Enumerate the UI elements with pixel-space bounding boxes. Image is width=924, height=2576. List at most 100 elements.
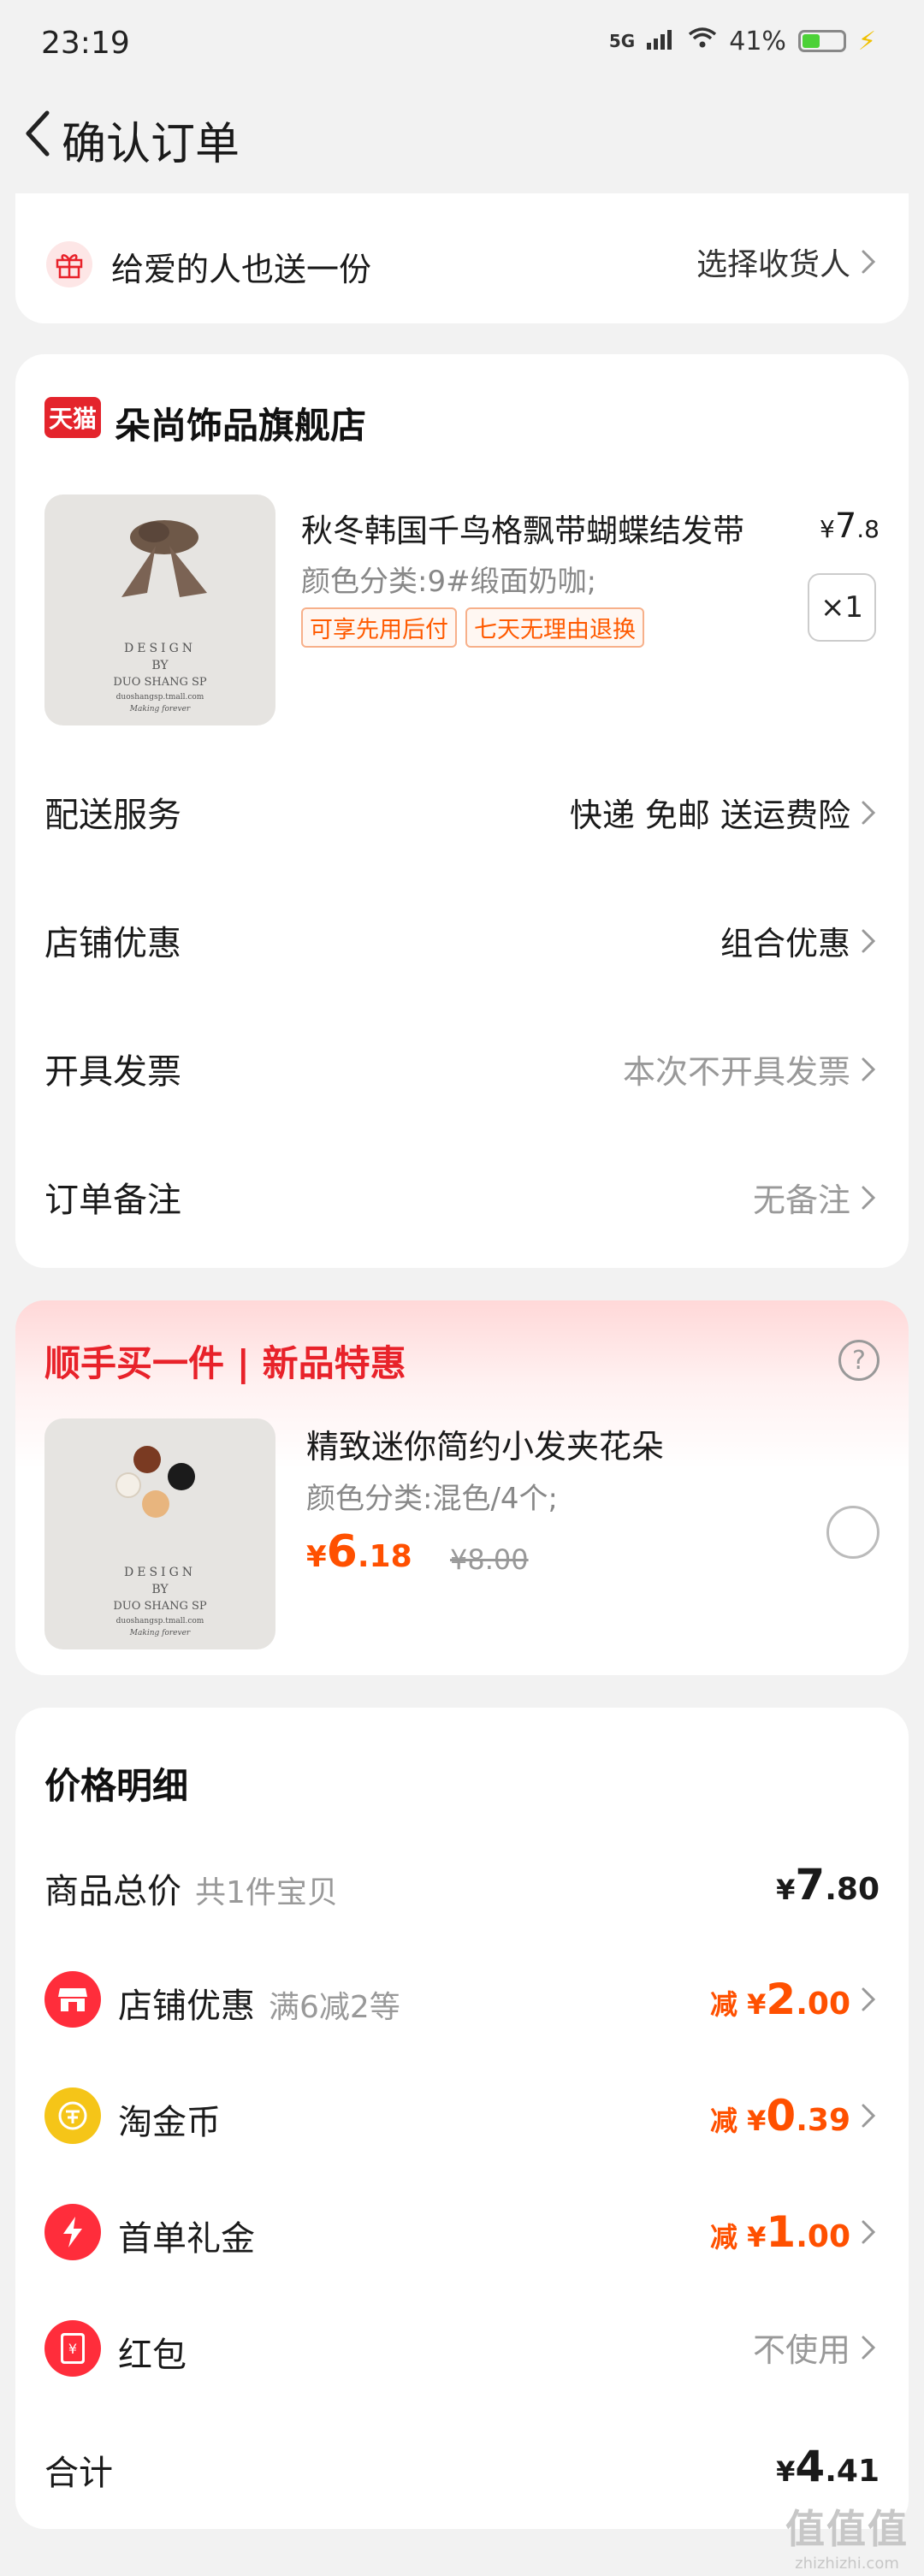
goods-total-label: 商品总价 共1件宝贝 xyxy=(44,1872,338,1911)
total-label: 合计 xyxy=(44,2454,113,2493)
status-time: 23:19 xyxy=(41,26,130,61)
chevron-right-icon xyxy=(861,1182,880,1213)
bow-graphic xyxy=(121,520,207,597)
first-order-gift-amount: 减 ¥1.00 xyxy=(710,2207,880,2257)
promo-thumb-slogan: Making forever xyxy=(129,1629,191,1637)
goods-total-amount: ¥7.80 xyxy=(776,1860,880,1910)
watermark-url: zhizhizhi.com xyxy=(795,2555,899,2573)
coins-amount: 减 ¥0.39 xyxy=(710,2091,880,2141)
delivery-value-group: 快递 免邮 送运费险 xyxy=(570,789,880,836)
service-tags: 可享先用后付 七天无理由退换 xyxy=(301,607,644,648)
promo-card: 顺手买一件 | 新品特惠 ? DESIGN BY DUO SHANG SP du… xyxy=(15,1300,909,1675)
shop-discount-detail-row[interactable]: 店铺优惠 满6减2等 减 ¥2.00 xyxy=(15,1956,909,2041)
chevron-right-icon xyxy=(861,2100,880,2131)
order-note-value-group: 无备注 xyxy=(753,1174,880,1221)
delivery-label: 配送服务 xyxy=(44,796,181,835)
goods-total-sub: 共1件宝贝 xyxy=(195,1875,338,1910)
promo-thumb-brand: DUO SHANG SP xyxy=(113,1600,207,1613)
shop-discount-detail-label: 店铺优惠 满6减2等 xyxy=(118,1987,400,2026)
select-receiver-label: 选择收货人 xyxy=(696,247,850,282)
delivery-value: 快递 免邮 送运费险 xyxy=(569,796,850,834)
chevron-right-icon xyxy=(861,797,880,828)
promo-thumb-by: BY xyxy=(151,1583,169,1596)
thumb-by: BY xyxy=(151,659,169,672)
network-label: 5G xyxy=(608,31,636,51)
chevron-right-icon xyxy=(861,246,880,277)
order-note-row[interactable]: 订单备注 无备注 xyxy=(15,1150,909,1235)
thumb-url: duoshangsp.tmall.com xyxy=(116,693,204,702)
product-price: ¥7.8 xyxy=(820,506,880,546)
total-amount: ¥4.41 xyxy=(776,2442,880,2491)
gift-row[interactable]: 给爱的人也送一份 选择收货人 xyxy=(15,193,909,323)
charging-icon: ⚡ xyxy=(857,26,876,56)
red-packet-row[interactable]: ¥ 红包 不使用 xyxy=(15,2305,909,2390)
first-order-gift-row[interactable]: 首单礼金 减 ¥1.00 xyxy=(15,2188,909,2274)
promo-price: ¥6.18 xyxy=(306,1526,412,1578)
chevron-right-icon xyxy=(861,1984,880,2015)
wifi-icon xyxy=(688,26,717,56)
shop-discount-amount: 减 ¥2.00 xyxy=(710,1975,880,2024)
shop-discount-value: 组合优惠 xyxy=(720,925,850,962)
product-title[interactable]: 秋冬韩国千鸟格飘带蝴蝶结发带 xyxy=(301,505,744,551)
shop-discount-row[interactable]: 店铺优惠 组合优惠 xyxy=(15,893,909,979)
page-title: 确认订单 xyxy=(62,119,240,170)
chevron-right-icon xyxy=(861,2332,880,2363)
red-packet-icon: ¥ xyxy=(44,2320,101,2377)
back-icon[interactable] xyxy=(10,106,65,161)
invoice-value: 本次不开具发票 xyxy=(622,1053,850,1091)
red-packet-value-group: 不使用 xyxy=(753,2324,880,2371)
status-icons: 5G 41% ⚡ xyxy=(609,26,876,56)
tag-pay-later: 可享先用后付 xyxy=(301,607,457,648)
help-icon[interactable]: ? xyxy=(838,1340,880,1381)
thumb-design: DESIGN xyxy=(124,642,196,655)
price-detail-heading: 价格明细 xyxy=(44,1765,189,1807)
coins-row[interactable]: 淘金币 减 ¥0.39 xyxy=(15,2072,909,2158)
thumb-brand: DUO SHANG SP xyxy=(113,676,207,689)
status-bar: 23:19 5G 41% ⚡ xyxy=(0,0,924,86)
promo-title: 顺手买一件 | 新品特惠 xyxy=(44,1342,406,1384)
shop-card: 天猫 朵尚饰品旗舰店 DESIGN BY DUO SHANG SP duosha… xyxy=(15,354,909,1268)
chevron-right-icon xyxy=(861,2217,880,2247)
shop-discount-value-group: 组合优惠 xyxy=(720,917,880,964)
lightning-icon xyxy=(44,2204,101,2260)
watermark: 值值值 zhizhizhi.com xyxy=(785,2498,909,2573)
promo-product-title[interactable]: 精致迷你简约小发夹花朵 xyxy=(306,1420,664,1467)
battery-fill xyxy=(802,34,820,48)
top-bar: 确认订单 xyxy=(0,94,924,180)
promo-thumb-design: DESIGN xyxy=(124,1566,196,1579)
promo-select-radio[interactable] xyxy=(826,1506,880,1559)
promo-original-price: ¥8.00 xyxy=(450,1543,529,1576)
invoice-value-group: 本次不开具发票 xyxy=(623,1045,880,1093)
select-receiver-link[interactable]: 选择收货人 xyxy=(696,240,880,284)
store-icon xyxy=(44,1971,101,2028)
battery-percent: 41% xyxy=(729,26,786,56)
gift-icon xyxy=(46,241,92,287)
product-sku[interactable]: 颜色分类:9#缎面奶咖; xyxy=(301,558,596,600)
invoice-label: 开具发票 xyxy=(44,1052,181,1092)
goods-total-row: 商品总价 共1件宝贝 ¥7.80 xyxy=(15,1841,909,1927)
hairclip-graphic xyxy=(116,1446,195,1518)
coin-icon xyxy=(44,2087,101,2144)
watermark-logo: 值值值 xyxy=(785,2506,909,2552)
order-note-label: 订单备注 xyxy=(44,1181,181,1220)
red-packet-label: 红包 xyxy=(118,2336,187,2375)
total-row: 合计 ¥4.41 xyxy=(15,2423,909,2508)
signal-icon xyxy=(647,27,676,56)
promo-product-image[interactable]: DESIGN BY DUO SHANG SP duoshangsp.tmall.… xyxy=(44,1418,275,1649)
price-detail-card: 价格明细 商品总价 共1件宝贝 ¥7.80 店铺优惠 满6减2等 减 ¥2.00 淘… xyxy=(15,1708,909,2529)
battery-icon xyxy=(797,30,846,52)
product-image[interactable]: DESIGN BY DUO SHANG SP duoshangsp.tmall.… xyxy=(44,494,275,725)
coins-label: 淘金币 xyxy=(118,2103,221,2142)
first-order-gift-label: 首单礼金 xyxy=(118,2219,255,2259)
shop-discount-sub: 满6减2等 xyxy=(269,1990,400,2025)
chevron-right-icon xyxy=(861,926,880,956)
quantity-stepper[interactable]: ×1 xyxy=(808,573,876,642)
shop-name[interactable]: 朵尚饰品旗舰店 xyxy=(115,397,366,449)
svg-text:¥: ¥ xyxy=(68,2341,77,2357)
tmall-logo-icon: 天猫 xyxy=(44,397,101,438)
tag-return: 七天无理由退换 xyxy=(465,607,644,648)
promo-product-sku: 颜色分类:混色/4个; xyxy=(306,1482,558,1516)
delivery-row[interactable]: 配送服务 快递 免邮 送运费险 xyxy=(15,765,909,850)
invoice-row[interactable]: 开具发票 本次不开具发票 xyxy=(15,1022,909,1107)
chevron-right-icon xyxy=(861,1054,880,1085)
